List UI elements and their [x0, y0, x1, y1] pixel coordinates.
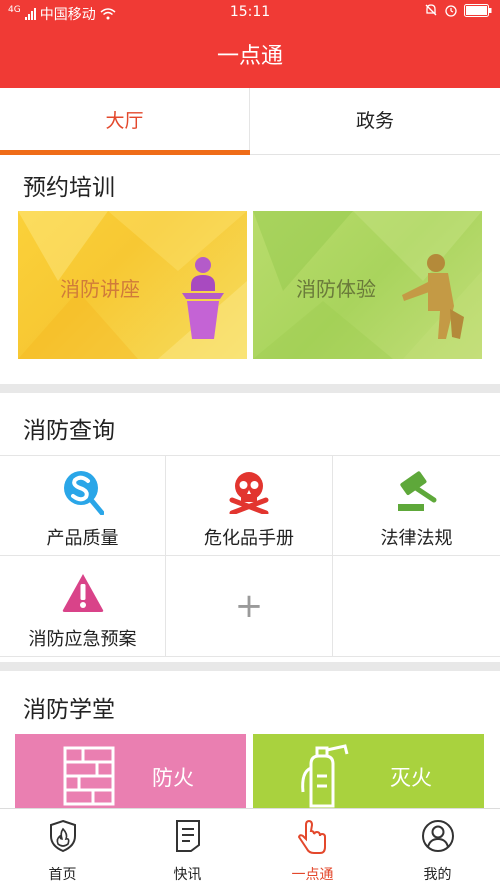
- query-item-label: 危化品手册: [204, 528, 294, 549]
- nav-home[interactable]: 首页: [0, 809, 125, 888]
- status-right: [424, 3, 492, 17]
- nav-label: 一点通: [291, 867, 334, 883]
- add-query-item-button[interactable]: +: [166, 556, 333, 657]
- nav-label: 我的: [423, 867, 452, 883]
- query-item-label: 法律法规: [380, 528, 453, 549]
- banner-fire-lecture[interactable]: 消防讲座: [18, 211, 247, 359]
- school-card-fire-fighting[interactable]: 灭火: [253, 734, 484, 814]
- bottom-navigation: 首页 快讯 一点通 我的: [0, 808, 500, 888]
- section-title-query: 消防查询: [23, 418, 115, 444]
- banner-label: 消防体验: [296, 277, 376, 301]
- alarm-icon: [445, 5, 457, 17]
- search-s-icon: [0, 469, 165, 515]
- section-divider: [0, 384, 500, 393]
- tab-divider: [250, 154, 500, 155]
- gavel-icon: [333, 469, 500, 515]
- news-document-icon: [125, 819, 250, 855]
- nav-profile[interactable]: 我的: [375, 809, 500, 888]
- tab-government[interactable]: 政务: [250, 88, 500, 155]
- add-label: +: [234, 586, 264, 626]
- section-title-booking: 预约培训: [23, 175, 115, 201]
- nav-news[interactable]: 快讯: [125, 809, 250, 888]
- bell-mute-icon: [425, 4, 437, 16]
- query-item-product-quality[interactable]: 产品质量: [0, 455, 166, 556]
- user-profile-icon: [375, 819, 500, 855]
- school-card-label: 灭火: [390, 766, 432, 790]
- touch-hand-icon: [250, 819, 375, 855]
- warning-triangle-icon: [0, 570, 165, 616]
- nav-label: 快讯: [173, 867, 202, 883]
- brick-wall-icon: [63, 746, 115, 806]
- query-item-label: 消防应急预案: [28, 629, 137, 650]
- lecturer-podium-icon: [182, 257, 224, 339]
- cpr-training-icon: [402, 254, 464, 339]
- status-bar: 4G 中国移动 15:11: [0, 0, 500, 26]
- query-item-hazmat-manual[interactable]: 危化品手册: [166, 455, 333, 556]
- query-item-label: 产品质量: [46, 528, 119, 549]
- nav-one-point[interactable]: 一点通: [250, 809, 375, 888]
- tab-bar: 大厅 政务: [0, 88, 500, 155]
- school-card-label: 防火: [152, 766, 194, 790]
- page-title: 一点通: [0, 26, 500, 88]
- query-item-emergency-plan[interactable]: 消防应急预案: [0, 556, 166, 657]
- active-tab-indicator: [0, 150, 250, 155]
- skull-crossbones-icon: [166, 469, 332, 515]
- banner-fire-experience[interactable]: 消防体验: [253, 211, 482, 359]
- banner-label: 消防讲座: [60, 277, 140, 301]
- school-card-fire-prevention[interactable]: 防火: [15, 734, 246, 814]
- fire-shield-icon: [0, 819, 125, 855]
- app-screen: 4G 中国移动 15:11 一点通 大厅 政务 预约培训 消防讲座 消防体验 消…: [0, 0, 500, 888]
- section-divider: [0, 662, 500, 671]
- battery-icon: [464, 3, 492, 17]
- fire-extinguisher-icon: [301, 744, 349, 808]
- nav-label: 首页: [48, 867, 77, 883]
- section-title-school: 消防学堂: [23, 697, 115, 723]
- add-icon: +: [166, 586, 332, 626]
- query-grid: 产品质量 危化品手册 法律法规 消防应急预案 +: [0, 455, 500, 662]
- tab-hall[interactable]: 大厅: [0, 88, 250, 155]
- query-empty-cell: [333, 556, 500, 657]
- query-item-laws[interactable]: 法律法规: [333, 455, 500, 556]
